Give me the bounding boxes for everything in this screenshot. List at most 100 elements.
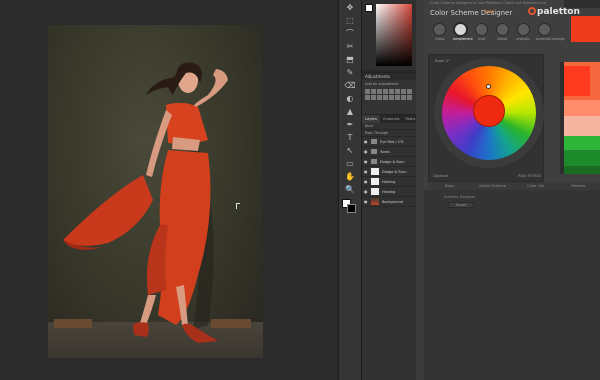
- eraser-tool-icon[interactable]: ⌫: [343, 81, 357, 91]
- exposure-icon[interactable]: [383, 89, 388, 94]
- background-color-swatch[interactable]: [347, 204, 356, 213]
- marquee-tool-icon[interactable]: ⬚: [343, 16, 357, 26]
- layer-row[interactable]: ● Healing: [362, 187, 416, 197]
- brush-tool-icon[interactable]: ✎: [343, 68, 357, 78]
- layer-thumbnail: [371, 178, 379, 185]
- threshold-icon[interactable]: [395, 95, 400, 100]
- layer-thumbnail: [371, 198, 379, 205]
- posterize-icon[interactable]: [389, 95, 394, 100]
- palette-swatch[interactable]: [564, 166, 600, 174]
- curves-icon[interactable]: [377, 89, 382, 94]
- visibility-eye-icon[interactable]: ●: [364, 169, 368, 174]
- mode-analogic[interactable]: analogic: [515, 23, 531, 47]
- vibrance-icon[interactable]: [389, 89, 394, 94]
- selected-hue-center[interactable]: [473, 95, 505, 127]
- layer-filter-kind[interactable]: Kind: [362, 123, 416, 130]
- selective-color-icon[interactable]: [407, 95, 412, 100]
- below-caption: Scheme Designer: [444, 195, 476, 199]
- palette-swatch[interactable]: [564, 66, 590, 96]
- tab-base[interactable]: Base: [428, 182, 471, 190]
- app-title: Color Scheme Designer: [430, 9, 513, 17]
- scheme-mode-selector: mono complement triad tetrad analogic ac…: [432, 23, 566, 47]
- color-lookup-icon[interactable]: [377, 95, 382, 100]
- lasso-tool-icon[interactable]: ⌒: [343, 29, 357, 39]
- palette-swatch[interactable]: [564, 116, 600, 136]
- beta-badge: Beta: [484, 10, 495, 15]
- dodge-tool-icon[interactable]: ◐: [343, 94, 357, 104]
- layer-name: Tones: [380, 149, 390, 154]
- adjustments-title[interactable]: Adjustments: [362, 73, 416, 80]
- canvas-area[interactable]: [0, 0, 338, 380]
- move-tool-icon[interactable]: ✥: [343, 3, 357, 13]
- document-photo[interactable]: [48, 25, 263, 358]
- color-swatches[interactable]: [342, 199, 358, 213]
- visibility-eye-icon[interactable]: ●: [364, 139, 368, 144]
- hand-tool-icon[interactable]: ✋: [343, 172, 357, 182]
- eyedropper-tool-icon[interactable]: ⬒: [343, 55, 357, 65]
- browser-area: Color Scheme Designer is now Paletton! C…: [416, 0, 600, 380]
- adjustments-panel: Adjustments Add an adjustment: [362, 72, 416, 114]
- brightness-icon[interactable]: [365, 89, 370, 94]
- hue-handle[interactable]: [486, 84, 491, 89]
- tab-color-list[interactable]: Color List: [514, 182, 557, 190]
- layer-row[interactable]: ● Tones: [362, 147, 416, 157]
- layer-row[interactable]: ● Eye Red / CTL: [362, 137, 416, 147]
- color-field[interactable]: [376, 4, 412, 66]
- tab-layers[interactable]: Layers: [362, 115, 380, 123]
- mode-mono-icon: [433, 23, 447, 36]
- palette-swatch[interactable]: [564, 136, 600, 150]
- layer-row[interactable]: ● Dodge & Burn: [362, 157, 416, 167]
- visibility-eye-icon[interactable]: ●: [364, 189, 368, 194]
- pen-tool-icon[interactable]: ✒: [343, 120, 357, 130]
- layer-thumbnail: [371, 188, 379, 195]
- layer-name: Dodge & Burn: [380, 159, 405, 164]
- photo-filter-icon[interactable]: [365, 95, 370, 100]
- crop-tool-icon[interactable]: ✂: [343, 42, 357, 52]
- palette-swatch[interactable]: [564, 100, 600, 116]
- tab-preview[interactable]: Preview: [557, 182, 600, 190]
- visibility-eye-icon[interactable]: ●: [364, 149, 368, 154]
- rectangle-tool-icon[interactable]: ▭: [343, 159, 357, 169]
- blend-mode-select[interactable]: Pass Through: [362, 130, 416, 137]
- tab-adjust-scheme[interactable]: Adjust Scheme: [471, 182, 514, 190]
- zoom-tool-icon[interactable]: 🔍: [343, 185, 357, 195]
- logo-circle-icon: [528, 7, 536, 15]
- layer-row[interactable]: ● Background: [362, 197, 416, 207]
- screen: ✥ ⬚ ⌒ ✂ ⬒ ✎ ⌫ ◐ ▲ ✒ T ↖ ▭ ✋ 🔍 Adjustment…: [0, 0, 600, 380]
- type-tool-icon[interactable]: T: [343, 133, 357, 143]
- export-button[interactable]: Export: [448, 202, 474, 208]
- visibility-eye-icon[interactable]: ●: [364, 199, 368, 204]
- base-hue-label: Base: 2°: [435, 59, 451, 63]
- mode-mono[interactable]: mono: [432, 23, 448, 47]
- mode-accented-analogic[interactable]: accented analogic: [536, 23, 566, 47]
- announcement-text[interactable]: Color Scheme Designer is now Paletton! C…: [430, 0, 560, 7]
- mode-label: accented analogic: [536, 37, 566, 41]
- picker-foreground-swatch[interactable]: [365, 4, 373, 12]
- invert-icon[interactable]: [383, 95, 388, 100]
- layer-name: Eye Red / CTL: [380, 139, 405, 144]
- shape-tool-icon[interactable]: ▲: [343, 107, 357, 117]
- main-color-swatch[interactable]: [571, 16, 600, 42]
- levels-icon[interactable]: [371, 89, 376, 94]
- layer-name: Healing: [382, 189, 396, 194]
- black-white-icon[interactable]: [407, 89, 412, 94]
- gradient-map-icon[interactable]: [401, 95, 406, 100]
- palette-swatch[interactable]: [564, 150, 600, 166]
- color-balance-icon[interactable]: [401, 89, 406, 94]
- tab-channels[interactable]: Channels: [380, 115, 403, 123]
- layer-row[interactable]: ● Healing: [362, 177, 416, 187]
- folder-icon: [371, 159, 377, 164]
- visibility-eye-icon[interactable]: ●: [364, 159, 368, 164]
- mode-complement[interactable]: complement: [453, 23, 473, 47]
- adjustments-subtitle: Add an adjustment: [365, 82, 399, 86]
- layer-row[interactable]: ● Dodge & Burn: [362, 167, 416, 177]
- layer-name: Healing: [382, 179, 396, 184]
- path-selection-tool-icon[interactable]: ↖: [343, 146, 357, 156]
- visibility-eye-icon[interactable]: ●: [364, 179, 368, 184]
- hue-saturation-icon[interactable]: [395, 89, 400, 94]
- mode-tetrad[interactable]: tetrad: [495, 23, 511, 47]
- mode-triad[interactable]: triad: [474, 23, 490, 47]
- channel-mixer-icon[interactable]: [371, 95, 376, 100]
- mode-label: mono: [435, 37, 445, 41]
- color-wheel[interactable]: [442, 66, 536, 160]
